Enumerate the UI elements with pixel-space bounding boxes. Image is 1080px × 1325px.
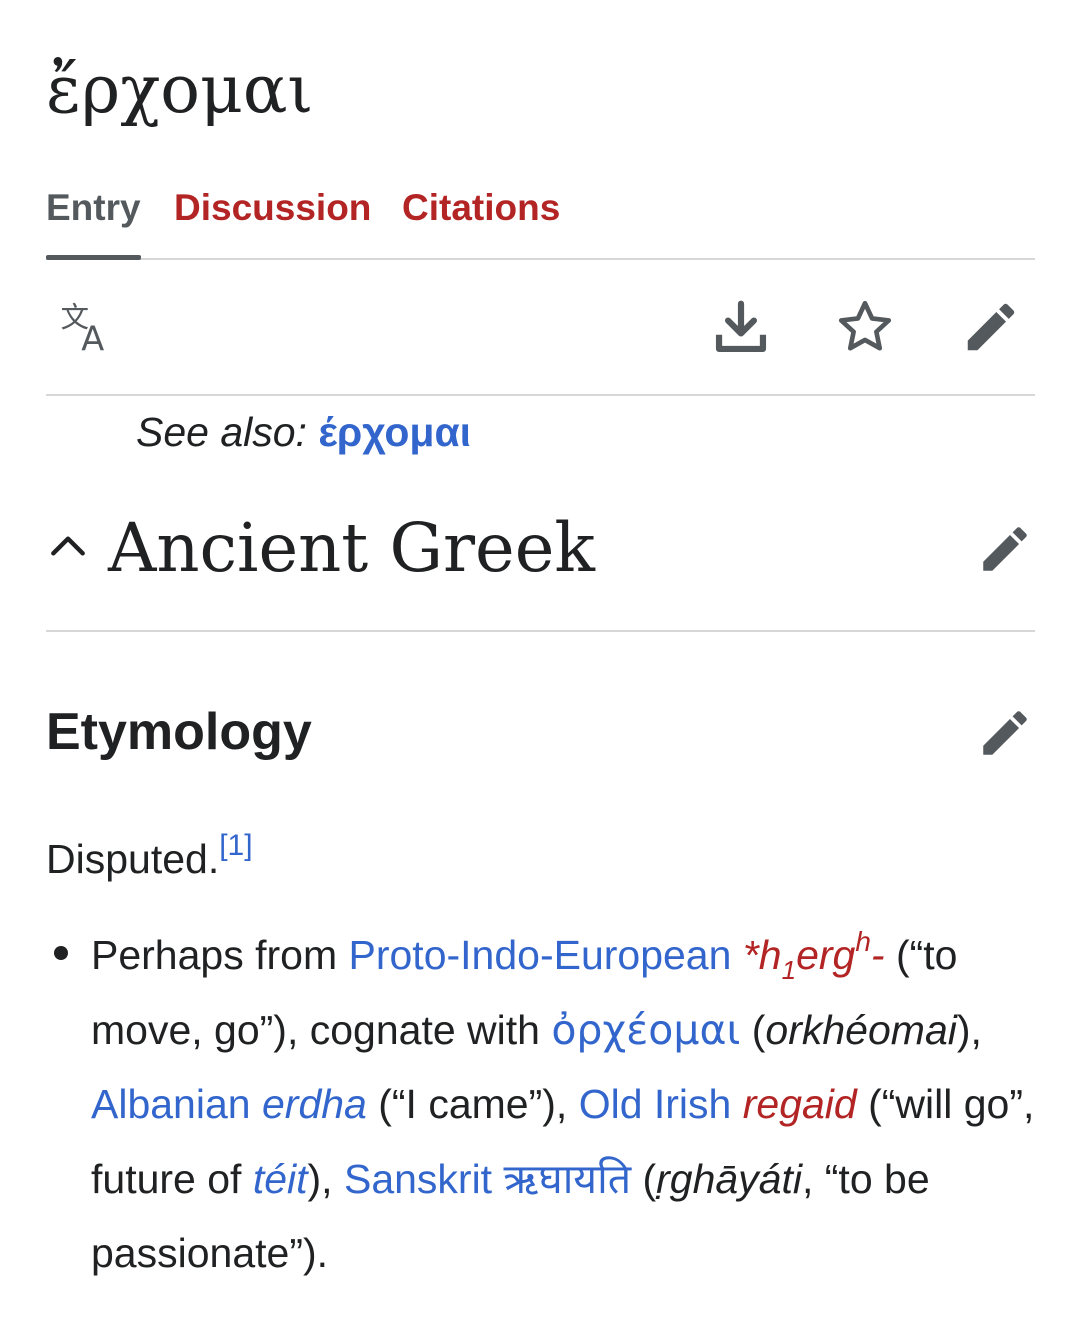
pie-root-part: *h [742, 932, 782, 978]
text: ), [307, 1155, 344, 1202]
pie-root-sub: 1 [781, 955, 797, 985]
svg-text:A: A [81, 319, 104, 358]
old-irish-word2: téit [252, 1155, 308, 1202]
text [731, 1081, 742, 1127]
text [251, 1081, 262, 1127]
list-item: Perhaps from Proto-Indo-European *h1ergh… [91, 918, 1035, 1291]
star-icon[interactable] [834, 296, 896, 358]
page-title: ἔρχομαι [46, 51, 314, 128]
chevron-up-icon[interactable] [46, 524, 90, 568]
pie-root-part: erg [796, 932, 856, 978]
pie-root-part: - [870, 932, 885, 978]
page: ἔρχομαι Entry Discussion Citations 文A Se… [46, 0, 1035, 1325]
old-irish-word2-link[interactable]: téit [253, 1156, 308, 1202]
text [492, 1156, 503, 1202]
etymology-heading: Etymology [46, 703, 312, 761]
tab-entry[interactable]: Entry [46, 180, 141, 260]
tab-citations[interactable]: Citations [402, 180, 560, 258]
sanskrit-transliteration: ṛghāyáti [656, 1155, 802, 1202]
sanskrit-word-link[interactable]: ऋघायति [503, 1156, 631, 1202]
albanian-word-link[interactable]: erdha [262, 1081, 367, 1127]
pencil-icon[interactable] [976, 704, 1034, 762]
pie-root-link[interactable]: *h1ergh- [742, 928, 885, 984]
text: ), [956, 1006, 982, 1053]
language-section-header[interactable]: Ancient Greek [46, 492, 1035, 632]
sanskrit-link[interactable]: Sanskrit [344, 1156, 492, 1202]
download-icon[interactable] [710, 296, 772, 358]
page-actions-toolbar: 文A [46, 258, 1035, 396]
text: Perhaps from [91, 932, 349, 978]
old-irish-word: regaid [742, 1081, 857, 1127]
text: (“I came”), [366, 1081, 579, 1127]
pie-link[interactable]: Proto-Indo-European [349, 932, 732, 978]
old-irish-link[interactable]: Old Irish [579, 1081, 732, 1127]
greek-transliteration: orkhéomai [765, 1006, 957, 1053]
pencil-icon[interactable] [976, 520, 1034, 578]
old-irish-word-link[interactable]: regaid [743, 1081, 857, 1127]
list-bullet [54, 946, 68, 960]
see-also-label: See also: [136, 409, 319, 455]
albanian-link[interactable]: Albanian [91, 1081, 251, 1127]
albanian-word: erdha [261, 1081, 367, 1127]
greek-cognate-link[interactable]: ὀρχέομαι [551, 1006, 740, 1054]
tab-discussion[interactable]: Discussion [174, 180, 371, 258]
translate-icon[interactable]: 文A [58, 296, 120, 358]
etymology-note: Disputed.[1] [46, 826, 253, 892]
pie-root-sup: h [855, 926, 871, 957]
see-also-link[interactable]: έρχομαι [318, 409, 471, 455]
language-heading: Ancient Greek [108, 509, 595, 587]
reference-link[interactable]: [1] [219, 829, 252, 862]
text: ( [740, 1006, 766, 1053]
disputed-text: Disputed. [46, 836, 220, 882]
namespace-tabs: Entry Discussion Citations [46, 180, 1035, 260]
see-also-hatnote: See also: έρχομαι [136, 404, 471, 460]
text: ( [631, 1155, 657, 1202]
pencil-icon[interactable] [960, 296, 1022, 358]
